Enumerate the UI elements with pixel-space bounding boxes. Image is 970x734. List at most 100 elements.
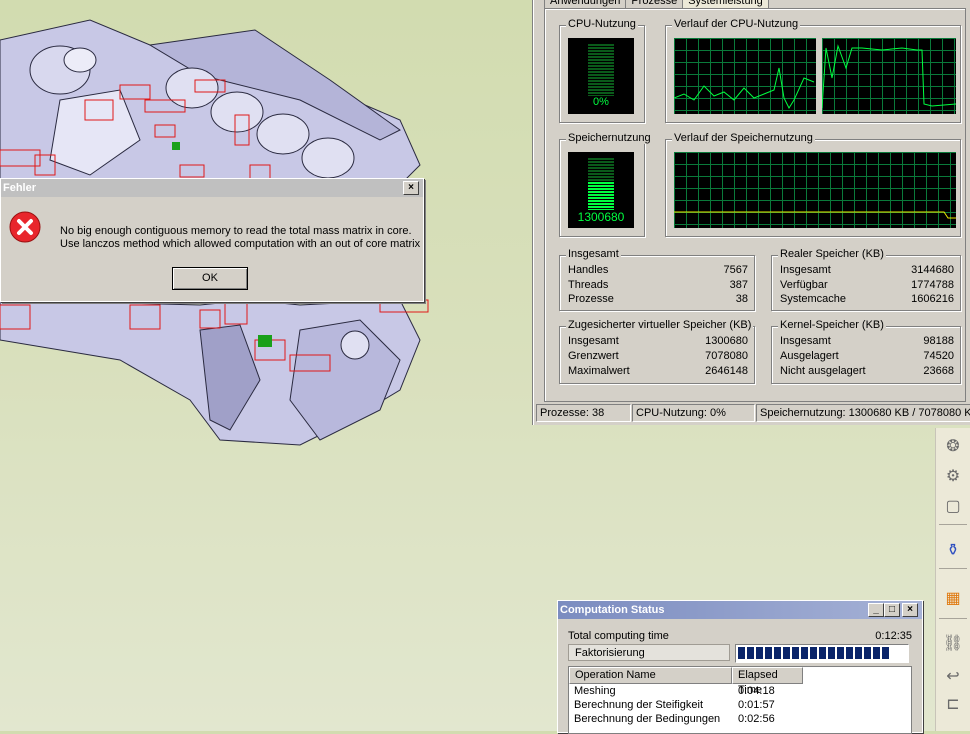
minimize-button[interactable]: _ (868, 603, 884, 617)
row-label: Nicht ausgelagert (780, 365, 866, 377)
progress-block (783, 647, 790, 659)
error-dialog: Fehler × No big enough contiguous memory… (0, 178, 424, 302)
error-message-line2: Use lanczos method which allowed computa… (60, 238, 421, 250)
status-bar: Prozesse: 38 CPU-Nutzung: 0% Speichernut… (534, 402, 970, 424)
row-value: 1606216 (911, 293, 954, 305)
list-item-time: 0:01:57 (738, 699, 775, 711)
row-value: 3144680 (911, 264, 954, 276)
physical-memory-title: Realer Speicher (KB) (778, 248, 886, 260)
operation-list: Operation Name Elapsed Time Meshing 0:04… (568, 666, 912, 734)
progress-block (792, 647, 799, 659)
row-value: 74520 (923, 350, 954, 362)
progress-block (810, 647, 817, 659)
row-value: 7078080 (705, 350, 748, 362)
chain-icon[interactable]: ⛓ (942, 633, 964, 655)
cpu-history-graph-1 (673, 38, 816, 114)
bottle-icon[interactable]: ⚱ (942, 540, 964, 562)
task-manager-window: Anwendungen Prozesse Systemleistung CPU-Nu… (533, 0, 970, 425)
progress-block (747, 647, 754, 659)
row-label: Insgesamt (780, 264, 831, 276)
row-value: 23668 (923, 365, 954, 377)
progress-block (864, 647, 871, 659)
progress-block (837, 647, 844, 659)
error-icon (9, 211, 41, 243)
commit-memory-title: Zugesicherter virtueller Speicher (KB) (566, 319, 754, 331)
status-processes: Prozesse: 38 (536, 404, 631, 422)
row-value: 38 (735, 293, 748, 305)
fan-icon[interactable]: ❂ (942, 436, 964, 458)
kernel-row: Insgesamt 98188 (780, 335, 954, 349)
progress-block (819, 647, 826, 659)
cpu-meter: 0% (568, 38, 634, 114)
memory-usage-title: Speichernutzung (566, 132, 653, 144)
cpu-meter-value: 0% (593, 96, 609, 108)
row-label: Threads (568, 279, 609, 291)
phase-label: Faktorisierung (568, 644, 730, 661)
total-time-value: 0:12:35 (875, 630, 912, 642)
list-item-time: 0:04:18 (738, 685, 775, 697)
progress-bar (735, 644, 909, 663)
bend-icon[interactable]: ↩ (942, 666, 964, 688)
cpu-history-title: Verlauf der CPU-Nutzung (672, 18, 801, 30)
totals-row: Threads 387 (568, 279, 748, 293)
progress-block (738, 647, 745, 659)
ok-button[interactable]: OK (172, 267, 248, 290)
progress-block (855, 647, 862, 659)
totals-group: Insgesamt Handles 7567 Threads 387 Prozess… (559, 248, 755, 311)
row-label: Grenzwert (568, 350, 619, 362)
memory-meter: 1300680 (568, 152, 634, 228)
totals-row: Prozesse 38 (568, 293, 748, 307)
gear-icon[interactable]: ⚙ (942, 466, 964, 488)
close-button[interactable]: × (403, 181, 419, 195)
cpu-history-group: Verlauf der CPU-Nutzung (665, 18, 961, 123)
row-value: 7567 (723, 264, 748, 276)
cpu-history-graph-2 (821, 38, 957, 114)
computation-status-window: Computation Status _ □ × Total computing… (557, 600, 923, 734)
error-dialog-titlebar: Fehler × (1, 179, 423, 197)
error-dialog-title: Fehler (3, 182, 37, 194)
bracket-icon[interactable]: ⊏ (942, 694, 964, 716)
progress-block (873, 647, 880, 659)
row-label: Handles (568, 264, 609, 276)
column-operation-name[interactable]: Operation Name (569, 667, 732, 684)
close-button[interactable]: × (902, 603, 918, 617)
box-icon[interactable]: ▢ (942, 496, 964, 518)
list-item: Berechnung der Steifigkeit (574, 699, 704, 711)
error-message-line1: No big enough contiguous memory to read … (60, 225, 412, 237)
list-item: Meshing (574, 685, 616, 697)
memory-history-title: Verlauf der Speichernutzung (672, 132, 815, 144)
progress-block (801, 647, 808, 659)
commit-memory-group: Zugesicherter virtueller Speicher (KB) I… (559, 319, 755, 384)
row-value: 387 (729, 279, 748, 291)
row-label: Insgesamt (780, 335, 831, 347)
physical-row: Systemcache 1606216 (780, 293, 954, 307)
row-label: Prozesse (568, 293, 614, 305)
commit-row: Insgesamt 1300680 (568, 335, 748, 349)
commit-row: Grenzwert 7078080 (568, 350, 748, 364)
kernel-memory-title: Kernel-Speicher (KB) (778, 319, 886, 331)
column-elapsed-time[interactable]: Elapsed Time (732, 667, 803, 696)
list-item-time: 0:02:56 (738, 713, 775, 725)
totals-title: Insgesamt (566, 248, 621, 260)
row-value: 1300680 (705, 335, 748, 347)
cpu-usage-title: CPU-Nutzung (566, 18, 638, 30)
row-label: Systemcache (780, 293, 847, 305)
list-item: Berechnung der Bedingungen (574, 713, 721, 725)
row-label: Maximalwert (568, 365, 630, 377)
cpu-usage-group: CPU-Nutzung 0% (559, 18, 645, 123)
maximize-button[interactable]: □ (884, 603, 900, 617)
physical-row: Verfügbar 1774788 (780, 279, 954, 293)
progress-block (828, 647, 835, 659)
progress-block (774, 647, 781, 659)
commit-row: Maximalwert 2646148 (568, 365, 748, 379)
progress-block (765, 647, 772, 659)
totals-row: Handles 7567 (568, 264, 748, 278)
kernel-row: Nicht ausgelagert 23668 (780, 365, 954, 379)
row-value: 98188 (923, 335, 954, 347)
tab-bar: Anwendungen Prozesse Systemleistung (544, 0, 769, 9)
performance-panel: CPU-Nutzung 0% Verlauf der CPU-Nutzung S… (544, 8, 966, 402)
kernel-memory-group: Kernel-Speicher (KB) Insgesamt 98188 Ausg… (771, 319, 961, 384)
progress-block (882, 647, 889, 659)
row-value: 1774788 (911, 279, 954, 291)
grid-icon[interactable]: ▦ (942, 588, 964, 610)
